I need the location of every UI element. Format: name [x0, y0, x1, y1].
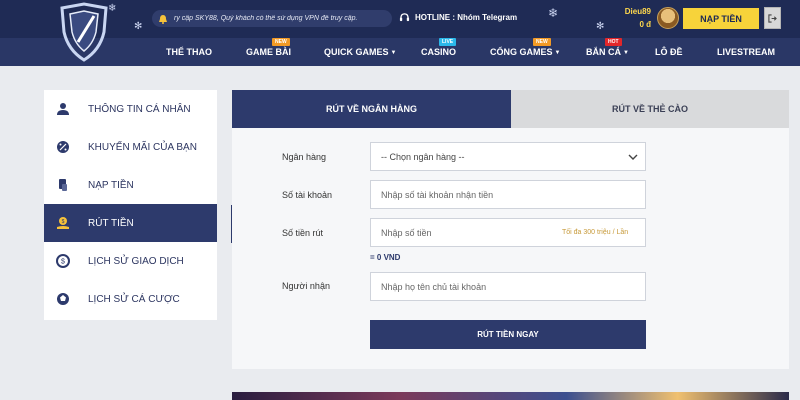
chevron-down-icon: ▼ [390, 50, 397, 56]
nav-item-lo-de[interactable]: LÔ ĐỀ [655, 47, 683, 57]
hotline[interactable]: HOTLINE : Nhóm Telegram [399, 12, 517, 23]
chevron-down-icon: ▼ [554, 50, 561, 56]
sidebar-item-bet-history[interactable]: LỊCH SỬ CÁ CƯỢC [44, 280, 217, 318]
snowflake-icon: ✻ [134, 21, 143, 32]
hot-badge: HOT [605, 38, 622, 46]
bell-icon [159, 14, 167, 24]
logout-button[interactable] [764, 7, 781, 29]
balance: 0 đ [639, 20, 651, 29]
svg-text:$: $ [61, 259, 65, 266]
nav-item-label: THỂ THAO [166, 47, 212, 57]
sidebar-item-withdraw[interactable]: $ RÚT TIỀN [44, 204, 217, 242]
notice-marquee: ry cập SKY88, Quý khách có thể sử dụng V… [152, 10, 392, 27]
hotline-text: HOTLINE : Nhóm Telegram [415, 13, 518, 22]
promo-icon [57, 141, 69, 153]
sidebar-item-label: LỊCH SỬ GIAO DỊCH [88, 256, 184, 267]
sidebar-item-label: THÔNG TIN CÁ NHÂN [88, 104, 191, 115]
sidebar-item-deposit[interactable]: NẠP TIỀN [44, 166, 217, 204]
sidebar-item-label: RÚT TIỀN [88, 218, 134, 229]
nav-item-label: LÔ ĐỀ [655, 47, 683, 57]
withdraw-panel: RÚT VỀ NGÂN HÀNG RÚT VỀ THẺ CÀO Ngân hàn… [232, 90, 789, 369]
deposit-icon [59, 179, 67, 191]
amount-converted: = 0 VND [370, 253, 401, 262]
snowflake-icon: ✻ [596, 21, 605, 32]
site-header: ❄ ✻ ❄ ✻ ry cập SKY88, Quý khách có thể s… [0, 0, 800, 66]
tab-bank-withdraw[interactable]: RÚT VỀ NGÂN HÀNG [232, 90, 511, 128]
nav-item-label: QUICK GAMES [324, 47, 389, 57]
nav-item-label: GAME BÀI [246, 47, 291, 57]
tab-card-withdraw[interactable]: RÚT VỀ THẺ CÀO [511, 90, 789, 128]
headset-icon [399, 13, 410, 22]
user-icon [57, 103, 69, 115]
account-sidebar: THÔNG TIN CÁ NHÂN KHUYẾN MÃI CỦA BẠN NẠP… [44, 90, 217, 320]
new-badge: NEW [272, 38, 290, 46]
sidebar-item-label: LỊCH SỬ CÁ CƯỢC [88, 294, 180, 305]
svg-text:$: $ [62, 219, 65, 225]
snowflake-icon: ❄ [108, 3, 117, 14]
avatar[interactable] [657, 7, 679, 29]
recipient-label: Người nhận [282, 281, 330, 291]
username: Dieu89 [624, 7, 651, 16]
nav-item-quick-games[interactable]: QUICK GAMES ▼ [324, 47, 396, 57]
transaction-history-icon: $ [56, 254, 70, 268]
logout-icon [768, 13, 777, 23]
withdraw-icon: $ [57, 217, 69, 229]
bet-history-icon [57, 293, 69, 305]
amount-label: Số tiền rút [282, 228, 324, 238]
recipient-name-input[interactable] [370, 272, 646, 301]
nav-item-livestream[interactable]: LIVESTREAM [717, 47, 775, 57]
nav-item-casino[interactable]: LIVE CASINO [421, 38, 457, 57]
sidebar-item-label: KHUYẾN MÃI CỦA BẠN [88, 142, 197, 153]
nav-item-label: LIVESTREAM [717, 47, 776, 57]
snowflake-icon: ❄ [548, 6, 559, 20]
bank-select-value: -- Chọn ngân hàng -- [381, 151, 465, 162]
nav-item-label: BẮN CÁ [586, 47, 621, 57]
sidebar-item-promotions[interactable]: KHUYẾN MÃI CỦA BẠN [44, 128, 217, 166]
chevron-down-icon [628, 154, 638, 160]
bank-select[interactable]: -- Chọn ngân hàng -- [370, 142, 646, 171]
nav-item-label: CASINO [421, 47, 457, 57]
nav-item-cong-games[interactable]: NEW CỔNG GAMES ▼ [490, 38, 561, 57]
main-nav: THỂ THAO NEW GAME BÀI QUICK GAMES ▼ LIVE … [0, 38, 800, 66]
account-number-label: Số tài khoản [282, 190, 333, 200]
notice-text: ry cập SKY88, Quý khách có thể sử dụng V… [174, 15, 358, 22]
nav-item-the-thao[interactable]: THỂ THAO [166, 47, 212, 57]
withdraw-submit-button[interactable]: RÚT TIỀN NGAY [370, 320, 646, 349]
nav-item-label: CỔNG GAMES [490, 47, 553, 57]
banner-strip [232, 392, 789, 400]
bank-label: Ngân hàng [282, 152, 327, 162]
new-badge: NEW [533, 38, 551, 46]
nav-item-game-bai[interactable]: NEW GAME BÀI [246, 38, 291, 57]
amount-limit-hint: Tối đa 300 triệu / Lần [562, 229, 629, 236]
sidebar-item-label: NẠP TIỀN [88, 180, 134, 191]
nav-item-ban-ca[interactable]: HOT BẮN CÁ ▼ [586, 38, 629, 57]
account-number-input[interactable] [370, 180, 646, 209]
sidebar-item-transaction-history[interactable]: $ LỊCH SỬ GIAO DỊCH [44, 242, 217, 280]
live-badge: LIVE [439, 38, 457, 46]
chevron-down-icon: ▼ [623, 50, 629, 56]
sidebar-item-personal-info[interactable]: THÔNG TIN CÁ NHÂN [44, 90, 217, 128]
deposit-button[interactable]: NẠP TIỀN [683, 8, 759, 29]
